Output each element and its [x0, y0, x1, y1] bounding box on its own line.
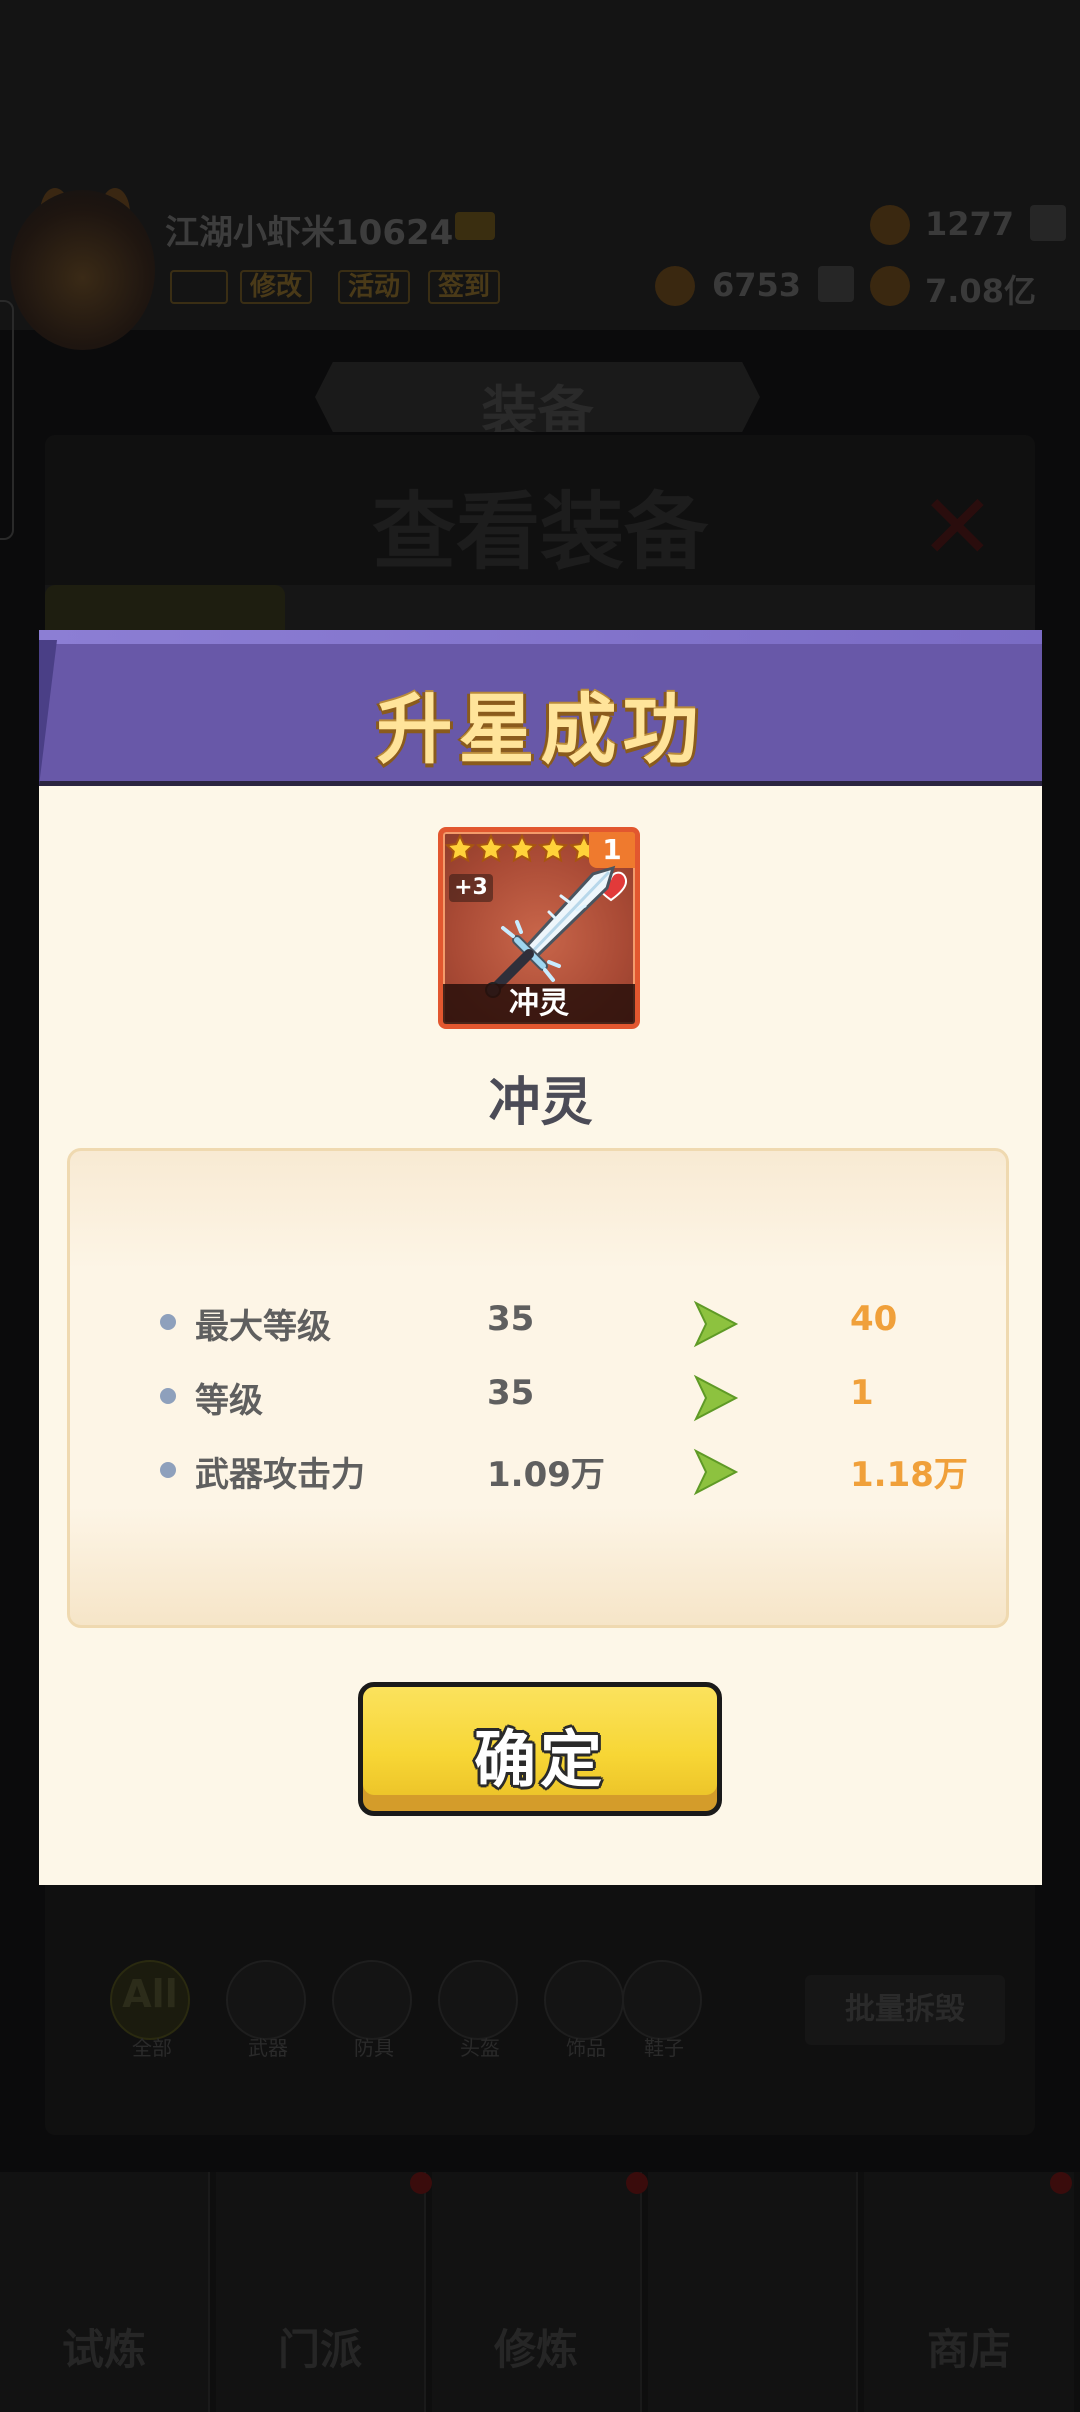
- item-card[interactable]: 1 +3 冲灵: [438, 827, 640, 1029]
- nav-label: 修炼: [493, 2325, 578, 2374]
- filter-all[interactable]: All 全部: [110, 1960, 190, 2060]
- nav-cultivate[interactable]: 修炼: [432, 2172, 642, 2412]
- filter-armor[interactable]: 防具: [332, 1960, 412, 2060]
- stamina-icon: [870, 205, 910, 245]
- modal-header: 升星成功: [39, 630, 1042, 786]
- stat-label: 武器攻击力: [195, 1455, 365, 1495]
- notification-dot: [626, 2172, 648, 2194]
- side-drawer-tab[interactable]: [0, 300, 14, 540]
- vip-badge: [455, 212, 495, 240]
- filter-accessory[interactable]: 饰品: [544, 1960, 624, 2060]
- filter-weapon[interactable]: 武器: [226, 1960, 306, 2060]
- tag-0[interactable]: [170, 270, 228, 304]
- stats-panel: 最大等级 35 40 等级 35 1 武器攻击力 1.09万 1.18万: [67, 1148, 1009, 1628]
- stat-label: 等级: [195, 1381, 263, 1421]
- nav-label: 商店: [926, 2325, 1011, 2374]
- nav-label: 试炼: [61, 2325, 146, 2374]
- arrow-right-icon: [693, 1300, 739, 1348]
- notification-dot: [410, 2172, 432, 2194]
- item-card-label: 冲灵: [443, 984, 635, 1024]
- top-status-area: 江湖小虾米10624 修改 活动 签到 1277 6753 7.08亿: [0, 0, 1080, 350]
- filter-helmet[interactable]: 头盔: [438, 1960, 518, 2060]
- gem-value: 6753: [712, 266, 802, 304]
- stat-row-weapon-attack: 武器攻击力 1.09万 1.18万: [70, 1439, 1006, 1499]
- bottom-nav: 试炼 门派 修炼 商店: [0, 2172, 1080, 2412]
- bullet-icon: [160, 1314, 176, 1330]
- filter-label: 鞋子: [644, 2036, 684, 2060]
- sword-icon: [485, 865, 616, 998]
- nav-trial[interactable]: 试炼: [0, 2172, 210, 2412]
- player-name: 江湖小虾米10624: [165, 213, 454, 253]
- modal-title: 升星成功: [376, 685, 705, 774]
- filter-label: 防具: [354, 2036, 394, 2060]
- filter-all-icon: All: [122, 1972, 178, 2016]
- stat-new-value: 1.18万: [850, 1455, 968, 1495]
- gold-value: 7.08亿: [925, 272, 1036, 310]
- filter-label: 全部: [132, 2036, 172, 2060]
- confirm-button[interactable]: 确定: [358, 1682, 722, 1816]
- gem-icon: [655, 266, 695, 306]
- star-up-success-modal: 升星成功 1 +3 冲灵 冲灵 最大等级 35 40 等级 35 1 武器攻击力…: [39, 630, 1042, 1885]
- star-icon: [506, 833, 538, 864]
- gold-icon: [870, 266, 910, 306]
- confirm-button-label: 确定: [473, 1723, 606, 1796]
- star-icon: [475, 833, 507, 864]
- item-name: 冲灵: [488, 1073, 593, 1133]
- star-icon: [537, 833, 569, 864]
- tag-event[interactable]: 活动: [338, 270, 411, 304]
- nav-label: 门派: [277, 2325, 362, 2374]
- star-icon: [444, 833, 476, 864]
- close-icon[interactable]: ✕: [920, 475, 995, 580]
- stat-old-value: 1.09万: [487, 1455, 605, 1495]
- filter-label: 头盔: [460, 2036, 500, 2060]
- nav-sect[interactable]: 门派: [216, 2172, 426, 2412]
- stat-label: 最大等级: [195, 1307, 331, 1347]
- equip-banner: 装备: [315, 362, 760, 432]
- batch-dismantle-button[interactable]: 批量拆毁: [805, 1975, 1005, 2045]
- bullet-icon: [160, 1388, 176, 1404]
- nav-shop[interactable]: 商店: [864, 2172, 1074, 2412]
- bullet-icon: [160, 1462, 176, 1478]
- stat-old-value: 35: [487, 1373, 535, 1413]
- stat-row-level: 等级 35 1: [70, 1365, 1006, 1425]
- stat-new-value: 40: [850, 1299, 898, 1339]
- nav-equipment[interactable]: [648, 2172, 858, 2412]
- arrow-right-icon: [693, 1374, 739, 1422]
- avatar[interactable]: [10, 190, 155, 350]
- filter-label: 武器: [248, 2036, 288, 2060]
- stat-new-value: 1: [850, 1373, 874, 1413]
- filter-label: 饰品: [566, 2036, 606, 2060]
- filter-shoes[interactable]: 鞋子: [622, 1960, 702, 2060]
- star-rating: [444, 833, 600, 864]
- view-equipment-title: 查看装备: [371, 483, 708, 581]
- arrow-right-icon: [693, 1448, 739, 1496]
- stat-row-max-level: 最大等级 35 40: [70, 1291, 1006, 1351]
- add-gem-button[interactable]: [818, 266, 854, 302]
- add-stamina-button[interactable]: [1030, 205, 1066, 241]
- stat-old-value: 35: [487, 1299, 535, 1339]
- tag-signin[interactable]: 签到: [428, 270, 501, 304]
- tag-modify[interactable]: 修改: [240, 270, 313, 304]
- stamina-value: 1277: [925, 205, 1015, 243]
- notification-dot: [1050, 2172, 1072, 2194]
